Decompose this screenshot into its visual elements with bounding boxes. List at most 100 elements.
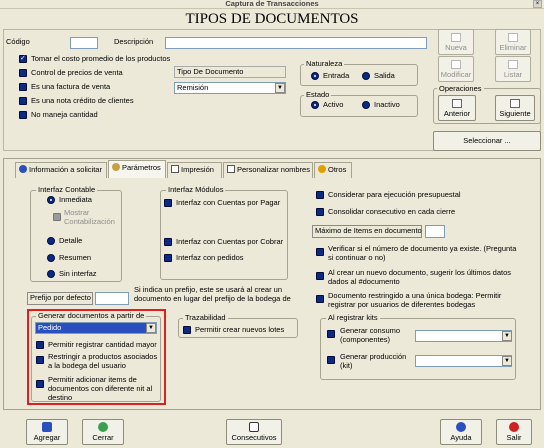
salir-label: Salir — [506, 433, 522, 442]
tab-parametros[interactable]: Parámetros — [108, 160, 166, 178]
inmediata-radio[interactable] — [47, 196, 55, 204]
restringido-label: Documento restringido a una única bodega… — [328, 291, 502, 309]
cuentas-cobrar-checkbox[interactable] — [164, 238, 172, 246]
nota-credito-label: Es una nota crédito de clientes — [31, 96, 134, 105]
tipo-documento-select[interactable]: Remisión — [174, 82, 286, 94]
salida-label: Salida — [374, 71, 395, 80]
consumo-select[interactable] — [415, 330, 512, 342]
activo-radio[interactable] — [311, 101, 319, 109]
tab-impresion-label: Impresión — [181, 165, 214, 174]
control-precios-checkbox[interactable] — [19, 69, 27, 77]
chevron-down-icon[interactable]: ▼ — [502, 356, 512, 366]
max-items-input[interactable] — [425, 225, 445, 238]
previous-icon — [452, 99, 462, 108]
new-document-icon — [451, 33, 461, 42]
info-icon — [19, 165, 27, 173]
salir-button[interactable]: Salir — [496, 419, 532, 445]
prefijo-help: Si indica un prefijo, este se usará al c… — [134, 285, 291, 303]
entrada-radio[interactable] — [311, 72, 319, 80]
consecutivos-label: Consecutivos — [231, 433, 277, 442]
anterior-button[interactable]: Anterior — [438, 95, 476, 121]
delete-icon — [508, 33, 518, 42]
estado-title: Estado — [304, 90, 332, 99]
tab-informacion[interactable]: Información a solicitar — [15, 162, 107, 178]
ayuda-button[interactable]: Ayuda — [440, 419, 482, 445]
detalle-label: Detalle — [59, 236, 83, 245]
consumo-label: Generar consumo (componentes) — [340, 326, 401, 344]
edit-icon — [451, 60, 461, 69]
no-maneja-cantidad-label: No maneja cantidad — [31, 110, 98, 119]
trazabilidad-title: Trazabilidad — [183, 313, 228, 322]
eliminar-label: Eliminar — [499, 43, 527, 52]
consumo-checkbox[interactable] — [327, 330, 335, 338]
modificar-button[interactable]: Modificar — [438, 56, 474, 82]
cerrar-label: Cerrar — [92, 433, 114, 442]
next-icon — [510, 99, 520, 108]
undo-icon — [98, 422, 108, 432]
prefijo-label-box: Prefijo por defecto — [27, 292, 93, 305]
siguiente-label: Siguiente — [499, 109, 531, 118]
entrada-label: Entrada — [323, 71, 350, 80]
inactivo-radio[interactable] — [362, 101, 370, 109]
interfaz-contable-title: Interfaz Contable — [36, 185, 98, 194]
tab-personalizar-label: Personalizar nombres — [237, 165, 310, 174]
produccion-label: Generar producción (kit) — [340, 352, 407, 370]
listar-button[interactable]: Listar — [495, 56, 531, 82]
tab-impresion[interactable]: Impresión — [167, 162, 222, 178]
seleccionar-button[interactable]: Seleccionar ... — [433, 131, 541, 151]
cuentas-cobrar-label: Interfaz con Cuentas por Cobrar — [176, 237, 284, 246]
cuentas-pagar-checkbox[interactable] — [164, 199, 172, 207]
agregar-button[interactable]: Agregar — [26, 419, 68, 445]
prefijo-label: Prefijo por defecto — [30, 293, 91, 302]
codigo-input[interactable] — [70, 37, 98, 49]
chevron-down-icon[interactable]: ▼ — [275, 83, 285, 93]
crear-lotes-checkbox[interactable] — [183, 326, 191, 334]
tab-personalizar[interactable]: Personalizar nombres — [223, 162, 313, 178]
exit-icon — [509, 422, 519, 432]
tab-otros-label: Otros — [328, 165, 347, 174]
produccion-checkbox[interactable] — [327, 356, 335, 364]
verificar-checkbox[interactable] — [316, 248, 324, 256]
list-icon — [508, 60, 518, 69]
tipo-documento-label-box: Tipo De Documento — [174, 66, 286, 78]
inmediata-label: Inmediata — [59, 195, 92, 204]
consecutivos-button[interactable]: Consecutivos — [226, 419, 282, 445]
operaciones-title: Operaciones — [437, 84, 484, 93]
verificar-label: Verificar si el número de documento ya e… — [328, 244, 517, 262]
siguiente-button[interactable]: Siguiente — [495, 95, 535, 121]
presupuestal-checkbox[interactable] — [316, 191, 324, 199]
tomar-costo-checkbox[interactable] — [19, 54, 27, 63]
sin-interfaz-radio[interactable] — [47, 270, 55, 278]
consecutivo-checkbox[interactable] — [316, 208, 324, 216]
chevron-down-icon[interactable]: ▼ — [502, 331, 512, 341]
produccion-select[interactable] — [415, 355, 512, 367]
tab-otros[interactable]: Otros — [314, 162, 352, 178]
eliminar-button[interactable]: Eliminar — [495, 29, 531, 55]
descripcion-input[interactable] — [165, 37, 427, 49]
sugerir-label: Al crear un nuevo documento, sugerir los… — [328, 268, 512, 286]
cerrar-button[interactable]: Cerrar — [82, 419, 124, 445]
seleccionar-label: Seleccionar ... — [463, 136, 511, 145]
pedidos-checkbox[interactable] — [164, 254, 172, 262]
detalle-radio[interactable] — [47, 237, 55, 245]
window-titlebar: Captura de Transacciones — [0, 0, 544, 9]
control-precios-label: Control de precios de venta — [31, 68, 123, 77]
mostrar-contabilizacion-checkbox[interactable] — [53, 213, 61, 221]
document-icon — [227, 165, 235, 173]
salida-radio[interactable] — [362, 72, 370, 80]
restringido-checkbox[interactable] — [316, 295, 324, 303]
consecutivo-label: Consolidar consecutivo en cada cierre — [328, 207, 456, 216]
prefijo-input[interactable] — [95, 292, 129, 305]
no-maneja-cantidad-checkbox[interactable] — [19, 111, 27, 119]
nota-credito-checkbox[interactable] — [19, 97, 27, 105]
tomar-costo-label: Tomar el costo promedio de los productos — [31, 54, 171, 63]
sugerir-checkbox[interactable] — [316, 272, 324, 280]
window-close-button[interactable]: × — [533, 0, 542, 8]
descripcion-label: Descripción — [114, 37, 154, 46]
nueva-button[interactable]: Nueva — [438, 29, 474, 55]
tipo-documento-label: Tipo De Documento — [177, 67, 244, 76]
sin-interfaz-label: Sin interfaz — [59, 269, 97, 278]
resumen-radio[interactable] — [47, 254, 55, 262]
factura-venta-checkbox[interactable] — [19, 83, 27, 91]
agregar-label: Agregar — [33, 433, 61, 442]
